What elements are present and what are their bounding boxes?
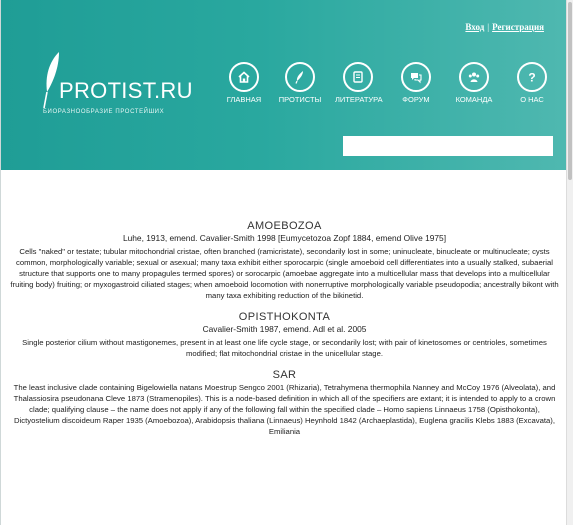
nav-label: О НАС: [520, 95, 544, 104]
vertical-scrollbar[interactable]: [566, 0, 573, 525]
nav-label: ПРОТИСТЫ: [278, 95, 322, 104]
nav-item-team[interactable]: КОМАНДА: [451, 62, 497, 104]
clade-description: The least inclusive clade containing Big…: [13, 383, 556, 436]
chat-icon: [411, 73, 422, 84]
nav-item-home[interactable]: ГЛАВНАЯ: [221, 62, 267, 104]
search-input[interactable]: [343, 136, 553, 156]
login-link[interactable]: Вход: [465, 22, 484, 32]
team-icon: [468, 72, 480, 82]
feather-icon: [295, 71, 303, 84]
clade-sar: SAR The least inclusive clade containing…: [1, 369, 568, 437]
site-header: Вход | Регистрация PROTIST.RU БИОРАЗНООБРА…: [1, 0, 568, 170]
auth-links: Вход | Регистрация: [465, 22, 544, 32]
nav-label: ФОРУМ: [402, 95, 430, 104]
clade-list: AMOEBOZOA Luhe, 1913, emend. Cavalier-Sm…: [1, 220, 568, 447]
svg-text:?: ?: [528, 71, 535, 85]
clade-amoebozoa: AMOEBOZOA Luhe, 1913, emend. Cavalier-Sm…: [1, 220, 568, 301]
clade-authority: Luhe, 1913, emend. Cavalier-Smith 1998 […: [122, 233, 447, 243]
nav-label: КОМАНДА: [455, 95, 493, 104]
page-frame: Вход | Регистрация PROTIST.RU БИОРАЗНООБРА…: [0, 0, 568, 525]
clade-description: Single posterior cilium without mastigon…: [22, 338, 547, 358]
logo-subtitle: БИОРАЗНООБРАЗИЕ ПРОСТЕЙШИХ: [43, 109, 165, 115]
clade-opisthokonta: OPISTHOKONTA Cavalier-Smith 1987, emend.…: [1, 311, 568, 359]
book-icon: [353, 71, 363, 83]
nav-item-forum[interactable]: ФОРУМ: [393, 62, 439, 104]
clade-title: SAR: [272, 369, 297, 381]
scrollbar-thumb[interactable]: [568, 2, 572, 180]
question-icon: ?: [528, 71, 535, 85]
logo-name: PROTIST.RU: [59, 78, 193, 103]
nav-label: ЛИТЕРАТУРА: [335, 95, 383, 104]
nav-item-literature[interactable]: ЛИТЕРАТУРА: [335, 62, 383, 104]
auth-separator: |: [487, 22, 490, 32]
clade-description: Cells "naked" or testate; tubular mitoch…: [10, 247, 559, 300]
nav-label: ГЛАВНАЯ: [226, 95, 262, 104]
home-icon: [238, 71, 250, 83]
clade-title: OPISTHOKONTA: [238, 311, 331, 323]
clade-authority: Cavalier-Smith 1987, emend. Adl et al. 2…: [202, 324, 367, 334]
nav-item-about[interactable]: ? О НАС: [509, 62, 555, 104]
clade-title: AMOEBOZOA: [247, 220, 322, 232]
site-logo[interactable]: PROTIST.RU БИОРАЗНООБРАЗИЕ ПРОСТЕЙШИХ: [41, 50, 201, 122]
nav-item-protists[interactable]: ПРОТИСТЫ: [277, 62, 323, 104]
register-link[interactable]: Регистрация: [492, 22, 544, 32]
